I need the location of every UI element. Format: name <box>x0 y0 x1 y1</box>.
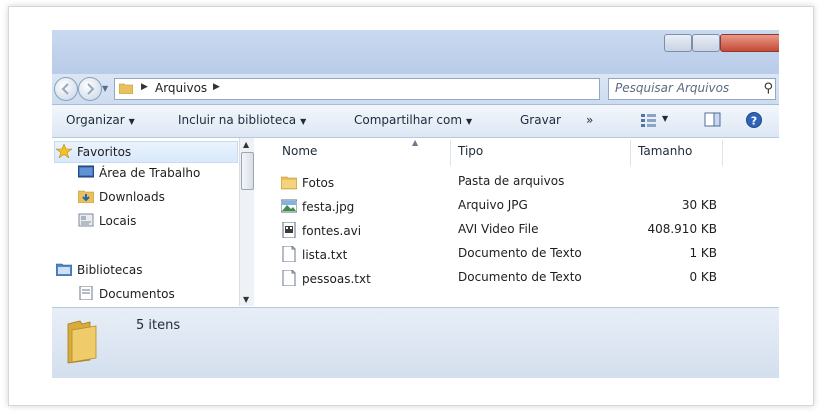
address-row: ▼ ▶ Arquivos ▶ ▼ ⇆ Pesquisar Arquivos ⚲ <box>52 74 779 105</box>
organize-menu[interactable]: Organizar ▼ <box>66 113 135 127</box>
file-type: AVI Video File <box>458 222 539 236</box>
libraries-icon <box>56 263 72 276</box>
text-file-icon <box>282 270 296 286</box>
nav-desktop[interactable]: Área de Trabalho <box>78 165 200 180</box>
desktop-icon <box>78 165 94 178</box>
nav-recent-places[interactable]: Locais <box>78 213 136 228</box>
details-pane: 5 itens <box>52 307 779 378</box>
search-icon[interactable]: ⚲ <box>763 81 773 96</box>
column-header-size[interactable]: Tamanho <box>630 138 722 166</box>
recent-pages-dropdown-icon[interactable]: ▼ <box>102 84 108 93</box>
file-size: 30 KB <box>681 198 717 212</box>
documents-icon <box>79 286 93 300</box>
forward-arrow-icon <box>87 83 95 95</box>
nav-documents[interactable]: Documentos <box>78 286 175 306</box>
maximize-button[interactable] <box>692 34 720 52</box>
file-type: Pasta de arquivos <box>458 174 565 188</box>
table-row[interactable]: festa.jpg Arquivo JPG 30 KB <box>254 194 779 218</box>
include-library-label: Incluir na biblioteca <box>178 113 297 127</box>
file-size: 408.910 KB <box>647 222 717 236</box>
navigation-scrollbar[interactable]: ▲ ▼ <box>239 138 254 306</box>
image-file-icon <box>281 199 297 213</box>
column-name-label: Nome <box>282 144 318 158</box>
minimize-button[interactable] <box>664 34 692 52</box>
table-row[interactable]: pessoas.txt Documento de Texto 0 KB <box>254 266 779 290</box>
file-type: Arquivo JPG <box>458 198 528 212</box>
scroll-up-icon[interactable]: ▲ <box>243 140 249 149</box>
file-size: 1 KB <box>689 246 717 260</box>
nav-favorites-label: Favoritos <box>77 145 132 159</box>
command-bar: Organizar ▼ Incluir na biblioteca ▼ Compar… <box>52 105 779 138</box>
table-row[interactable]: fontes.avi AVI Video File 408.910 KB <box>254 218 779 242</box>
chevron-down-icon: ▼ <box>466 117 473 126</box>
burn-button[interactable]: Gravar <box>520 113 561 127</box>
navigation-pane: Favoritos Área de Trabalho Downloads Loc… <box>52 138 238 306</box>
downloads-folder-icon <box>78 190 94 203</box>
sort-ascending-icon: ▲ <box>412 138 419 147</box>
breadcrumb-separator-icon[interactable]: ▶ <box>213 82 220 92</box>
nav-libraries[interactable]: Bibliotecas <box>56 262 142 277</box>
preview-pane-icon[interactable] <box>704 112 722 128</box>
view-options-icon[interactable] <box>640 112 658 128</box>
organize-label: Organizar <box>66 113 125 127</box>
column-size-label: Tamanho <box>638 144 693 158</box>
file-name: festa.jpg <box>302 200 355 214</box>
nav-downloads-label: Downloads <box>99 190 165 204</box>
folder-icon <box>281 176 297 190</box>
item-count: 5 itens <box>136 318 181 333</box>
large-folder-icon <box>67 320 97 364</box>
nav-downloads[interactable]: Downloads <box>78 189 165 204</box>
nav-libraries-label: Bibliotecas <box>77 263 143 277</box>
scrollbar-thumb[interactable] <box>241 152 254 190</box>
breadcrumb-separator-icon[interactable]: ▶ <box>141 82 148 92</box>
back-arrow-icon <box>61 83 69 95</box>
column-header-type[interactable]: Tipo <box>450 138 626 166</box>
chevron-down-icon: ▼ <box>300 117 307 126</box>
text-file-icon <box>282 246 296 262</box>
star-icon <box>56 144 72 158</box>
include-library-menu[interactable]: Incluir na biblioteca ▼ <box>178 113 306 127</box>
nav-documents-label: Documentos <box>99 287 175 301</box>
table-row[interactable]: Fotos Pasta de arquivos <box>254 170 779 194</box>
column-header-name[interactable]: Nome ▲ <box>274 138 450 166</box>
file-name: lista.txt <box>302 248 348 262</box>
breadcrumb-arquivos[interactable]: Arquivos <box>155 81 207 95</box>
nav-desktop-label: Área de Trabalho <box>99 166 201 180</box>
file-type: Documento de Texto <box>458 270 582 284</box>
address-bar[interactable]: ▶ Arquivos ▶ ▼ ⇆ <box>114 78 656 100</box>
column-type-label: Tipo <box>458 144 484 158</box>
title-bar <box>52 30 779 74</box>
file-list: Nome ▲ Tipo Tamanho Fotos Pasta de arqui… <box>254 138 779 306</box>
file-name: pessoas.txt <box>302 272 371 286</box>
view-dropdown-icon[interactable]: ▼ <box>662 114 668 123</box>
share-with-label: Compartilhar com <box>354 113 463 127</box>
svg-text:?: ? <box>751 115 757 128</box>
back-button[interactable] <box>54 77 78 101</box>
explorer-window: ▼ ▶ Arquivos ▶ ▼ ⇆ Pesquisar Arquivos ⚲ … <box>52 30 779 378</box>
chevron-down-icon: ▼ <box>128 117 135 126</box>
video-file-icon <box>282 222 296 238</box>
scroll-down-icon[interactable]: ▼ <box>243 295 249 304</box>
nav-recent-label: Locais <box>99 214 137 228</box>
close-button[interactable] <box>720 34 779 52</box>
column-divider[interactable] <box>722 140 723 166</box>
share-with-menu[interactable]: Compartilhar com ▼ <box>354 113 472 127</box>
file-name: fontes.avi <box>302 224 362 238</box>
more-commands-button[interactable]: » <box>586 113 593 127</box>
help-icon[interactable]: ? <box>746 112 764 130</box>
forward-button[interactable] <box>78 77 102 101</box>
file-size: 0 KB <box>689 270 717 284</box>
search-placeholder: Pesquisar Arquivos <box>615 81 730 95</box>
recent-places-icon <box>78 213 94 227</box>
nav-favorites[interactable]: Favoritos <box>56 144 131 159</box>
file-type: Documento de Texto <box>458 246 582 260</box>
table-row[interactable]: lista.txt Documento de Texto 1 KB <box>254 242 779 266</box>
search-input[interactable]: Pesquisar Arquivos ⚲ <box>608 78 776 100</box>
folder-icon <box>119 83 133 94</box>
file-name: Fotos <box>302 176 335 190</box>
